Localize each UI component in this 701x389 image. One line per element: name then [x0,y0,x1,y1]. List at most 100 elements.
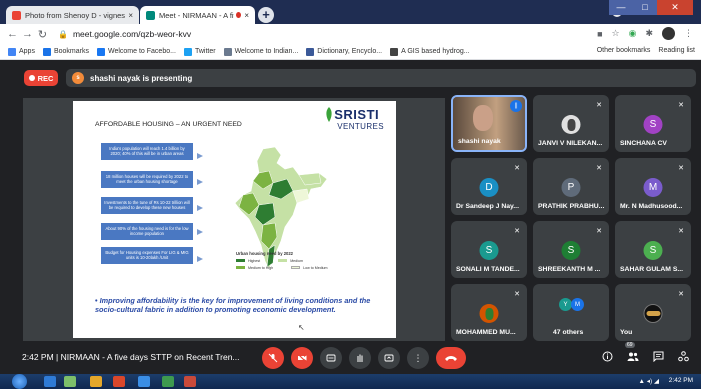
media-icon[interactable] [113,376,125,387]
more-vert-icon: ⋮ [413,352,423,363]
legend-title: Urban housing need by 2022 [236,251,294,256]
captions-icon [326,354,336,362]
close-tab-icon[interactable]: × [244,11,249,20]
end-call-button[interactable] [436,347,466,369]
bookmark-facebook[interactable]: Welcome to Facebo... [96,47,176,56]
meeting-side-controls: 69 [602,342,689,365]
meeting-info: 2:42 PM | NIRMAAN - A five days STTP on … [22,352,240,362]
participant-tile[interactable]: ✕ JANVI V NILEKAN... [533,95,609,152]
system-tray[interactable]: ▲ ◂) ◢ [639,377,659,385]
tab-meet[interactable]: Meet - NIRMAAN - A five da × [140,6,255,24]
raise-hand-button[interactable] [349,347,371,369]
participant-tile[interactable]: ✕ S SINCHANA CV [615,95,691,152]
explorer-icon[interactable] [64,376,76,387]
ie-icon[interactable] [44,376,56,387]
self-tile[interactable]: ✕ You [615,284,691,341]
present-icon [384,354,394,362]
participant-tile[interactable]: ✕ S SAHAR GULAM S... [615,221,691,278]
puzzle-icon[interactable]: ✱ [645,28,653,39]
bookmarks-bar: Apps Bookmarks Welcome to Facebo... Twit… [0,44,701,60]
participant-tile[interactable]: || shashi nayak [451,95,527,152]
facebook-icon [96,47,105,56]
mic-off-button[interactable] [262,347,284,369]
people-button[interactable]: 69 [625,342,639,365]
info-box: India's population will reach 1.4 billio… [101,143,193,160]
others-tile[interactable]: Y M 47 others [533,284,609,341]
participant-name: SHREEKANTH M ... [538,266,601,273]
participant-tile[interactable]: ✕ P PRATHIK PRABHU... [533,158,609,215]
star-icon[interactable]: ☆ [612,28,620,39]
camera-icon[interactable]: ■ [597,29,602,39]
bookmark-dictionary[interactable]: Dictionary, Encyclo... [306,47,382,56]
participant-avatar: P [561,178,581,197]
chat-button[interactable] [653,351,664,365]
lock-icon[interactable]: 🔒 [58,30,68,39]
participant-tile[interactable]: ✕ S SONALI M TANDE... [451,221,527,278]
participant-tile[interactable]: ✕ S SHREEKANTH M ... [533,221,609,278]
bookmark-gis[interactable]: A GIS based hydrog... [390,47,470,56]
extension-icon[interactable]: ◉ [629,28,637,39]
participant-tile[interactable]: ✕ MOHAMMED MU... [451,284,527,341]
arrow-icon [197,229,203,235]
camera-off-button[interactable] [291,347,313,369]
maximize-button[interactable]: □ [633,0,657,15]
legend: Highest Medium Medium to High Low to Med… [236,259,346,273]
reload-icon[interactable]: ↻ [35,28,50,41]
bookmark-twitter[interactable]: Twitter [183,47,216,56]
start-button[interactable] [12,374,27,389]
info-box: Budget for Housing expenses For LIG & MI… [101,247,193,264]
bookmark-label: Welcome to Facebo... [107,48,176,55]
menu-icon[interactable]: ⋮ [684,28,693,39]
mic-off-icon: ✕ [678,165,684,172]
participant-tile[interactable]: ✕ M Mr. N Madhusood... [615,158,691,215]
presentation-stage[interactable]: AFFORDABLE HOUSING – AN URGENT NEED SRIS… [23,98,445,341]
emblem-icon [223,47,232,56]
arrow-icon [197,179,203,185]
close-tab-icon[interactable]: × [128,11,133,20]
taskbar-clock[interactable]: 2:42 PM [669,377,693,384]
bookmark-apps[interactable]: Apps [8,47,35,56]
bookmark-label: Welcome to Indian... [234,48,299,55]
chrome-icon[interactable] [138,376,150,387]
close-window-button[interactable]: ✕ [657,0,693,15]
sristi-logo: SRISTI VENTURES [326,107,384,131]
avatar[interactable] [662,27,675,40]
legend-label: Low to Medium [303,266,328,270]
participant-name: PRATHIK PRABHU... [538,203,605,210]
dictionary-icon [306,47,315,56]
excel-icon[interactable] [162,376,174,387]
back-icon[interactable]: ← [5,28,20,40]
bookmark-indian[interactable]: Welcome to Indian... [223,47,299,56]
folder-icon[interactable] [90,376,102,387]
mic-off-icon: ✕ [596,228,602,235]
tab-photo[interactable]: Photo from Shenoy D - vignesh... × [6,6,139,24]
participant-avatar: S [643,241,663,260]
mic-off-icon: ✕ [596,102,602,109]
mic-off-icon: ✕ [596,165,602,172]
legend-swatch [236,259,245,262]
bullet-text: Improving affordability is the key for i… [95,296,371,315]
participant-avatar: S [479,241,499,260]
minimize-button[interactable]: — [609,0,633,15]
new-tab-button[interactable]: + [258,7,274,23]
activities-button[interactable] [678,351,689,365]
presenter-avatar: s [72,72,84,84]
captions-button[interactable] [320,347,342,369]
participant-tile[interactable]: ✕ D Dr Sandeep J Nay... [451,158,527,215]
present-button[interactable] [378,347,400,369]
mic-off-icon: ✕ [678,291,684,298]
meeting-details-button[interactable] [602,351,613,365]
other-bookmarks[interactable]: Other bookmarks [597,47,651,54]
url-field[interactable]: meet.google.com/qzb-weor-kvv [73,29,191,39]
more-options-button[interactable]: ⋮ [407,347,429,369]
bookmark-bookmarks[interactable]: Bookmarks [42,47,89,56]
gmail-icon [12,10,21,20]
window-controls: — □ ✕ [609,0,693,15]
recording-badge[interactable]: REC [24,70,58,86]
slide-bullet: • Improving affordability is the key for… [95,296,371,315]
pdf-icon[interactable] [184,376,196,387]
star-icon [42,47,51,56]
forward-icon[interactable]: → [20,28,35,40]
reading-list[interactable]: Reading list [658,47,695,54]
bookmark-label: Bookmarks [53,48,89,55]
